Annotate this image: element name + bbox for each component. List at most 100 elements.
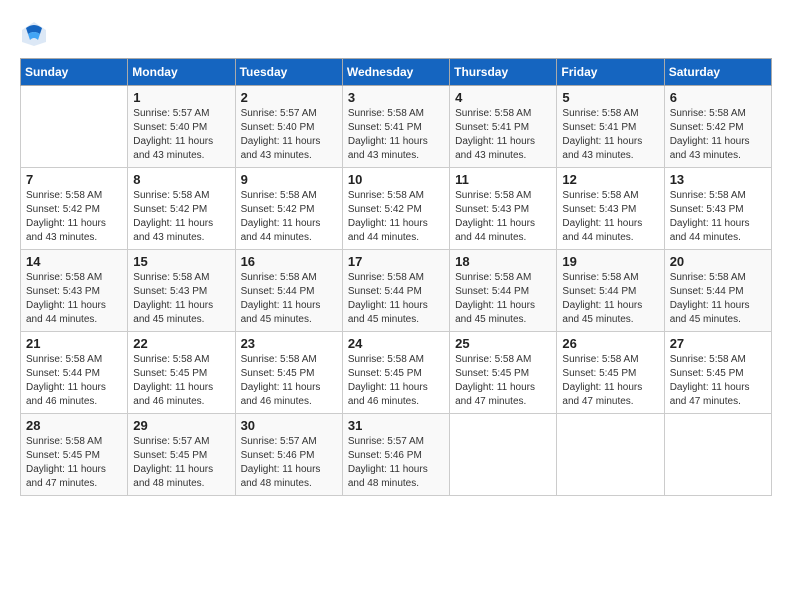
day-info: Sunrise: 5:58 AM Sunset: 5:45 PM Dayligh… xyxy=(455,353,551,409)
calendar-cell: 12 Sunrise: 5:58 AM Sunset: 5:43 PM Dayli… xyxy=(557,168,664,250)
calendar-cell: 25 Sunrise: 5:58 AM Sunset: 5:45 PM Dayli… xyxy=(450,332,557,414)
calendar-cell: 19 Sunrise: 5:58 AM Sunset: 5:44 PM Dayli… xyxy=(557,250,664,332)
day-number: 26 xyxy=(562,336,658,351)
day-info: Sunrise: 5:58 AM Sunset: 5:44 PM Dayligh… xyxy=(562,271,658,327)
logo-icon xyxy=(20,20,48,48)
weekday-header-wednesday: Wednesday xyxy=(342,59,449,86)
calendar-week-row: 1Sunrise: 5:57 AM Sunset: 5:40 PM Daylig… xyxy=(21,86,772,168)
day-info: Sunrise: 5:57 AM Sunset: 5:45 PM Dayligh… xyxy=(133,435,229,491)
day-number: 28 xyxy=(26,418,122,433)
day-info: Sunrise: 5:58 AM Sunset: 5:45 PM Dayligh… xyxy=(26,435,122,491)
day-number: 10 xyxy=(348,172,444,187)
day-info: Sunrise: 5:58 AM Sunset: 5:44 PM Dayligh… xyxy=(348,271,444,327)
calendar-cell xyxy=(557,414,664,496)
day-number: 2 xyxy=(241,90,337,105)
day-number: 14 xyxy=(26,254,122,269)
day-number: 24 xyxy=(348,336,444,351)
day-number: 16 xyxy=(241,254,337,269)
weekday-header-friday: Friday xyxy=(557,59,664,86)
day-number: 19 xyxy=(562,254,658,269)
calendar-cell: 28 Sunrise: 5:58 AM Sunset: 5:45 PM Dayli… xyxy=(21,414,128,496)
day-info: Sunrise: 5:58 AM Sunset: 5:43 PM Dayligh… xyxy=(670,189,766,245)
weekday-header-saturday: Saturday xyxy=(664,59,771,86)
calendar-cell xyxy=(664,414,771,496)
calendar-cell: 9 Sunrise: 5:58 AM Sunset: 5:42 PM Daylig… xyxy=(235,168,342,250)
day-info: Sunrise: 5:57 AM Sunset: 5:46 PM Dayligh… xyxy=(241,435,337,491)
day-info: Sunrise: 5:57 AM Sunset: 5:40 PM Dayligh… xyxy=(241,107,337,163)
day-info: Sunrise: 5:58 AM Sunset: 5:45 PM Dayligh… xyxy=(562,353,658,409)
weekday-header-sunday: Sunday xyxy=(21,59,128,86)
calendar-cell: 23Sunrise: 5:58 AM Sunset: 5:45 PM Dayli… xyxy=(235,332,342,414)
calendar-cell: 30 Sunrise: 5:57 AM Sunset: 5:46 PM Dayli… xyxy=(235,414,342,496)
calendar-cell: 31 Sunrise: 5:57 AM Sunset: 5:46 PM Dayli… xyxy=(342,414,449,496)
calendar-cell: 21 Sunrise: 5:58 AM Sunset: 5:44 PM Dayli… xyxy=(21,332,128,414)
day-info: Sunrise: 5:58 AM Sunset: 5:45 PM Dayligh… xyxy=(348,353,444,409)
calendar-cell: 10 Sunrise: 5:58 AM Sunset: 5:42 PM Dayli… xyxy=(342,168,449,250)
day-info: Sunrise: 5:58 AM Sunset: 5:43 PM Dayligh… xyxy=(133,271,229,327)
calendar-week-row: 28 Sunrise: 5:58 AM Sunset: 5:45 PM Dayli… xyxy=(21,414,772,496)
logo xyxy=(20,20,50,48)
calendar-cell: 18 Sunrise: 5:58 AM Sunset: 5:44 PM Dayli… xyxy=(450,250,557,332)
calendar-cell: 1Sunrise: 5:57 AM Sunset: 5:40 PM Daylig… xyxy=(128,86,235,168)
day-info: Sunrise: 5:58 AM Sunset: 5:43 PM Dayligh… xyxy=(562,189,658,245)
day-info: Sunrise: 5:57 AM Sunset: 5:40 PM Dayligh… xyxy=(133,107,229,163)
weekday-header-row: SundayMondayTuesdayWednesdayThursdayFrid… xyxy=(21,59,772,86)
calendar-cell: 14 Sunrise: 5:58 AM Sunset: 5:43 PM Dayli… xyxy=(21,250,128,332)
day-info: Sunrise: 5:58 AM Sunset: 5:42 PM Dayligh… xyxy=(348,189,444,245)
day-number: 11 xyxy=(455,172,551,187)
calendar-cell: 7 Sunrise: 5:58 AM Sunset: 5:42 PM Daylig… xyxy=(21,168,128,250)
day-number: 15 xyxy=(133,254,229,269)
day-info: Sunrise: 5:58 AM Sunset: 5:42 PM Dayligh… xyxy=(133,189,229,245)
day-info: Sunrise: 5:58 AM Sunset: 5:42 PM Dayligh… xyxy=(241,189,337,245)
day-number: 9 xyxy=(241,172,337,187)
weekday-header-monday: Monday xyxy=(128,59,235,86)
calendar-cell: 5Sunrise: 5:58 AM Sunset: 5:41 PM Daylig… xyxy=(557,86,664,168)
day-number: 21 xyxy=(26,336,122,351)
day-number: 3 xyxy=(348,90,444,105)
calendar-cell: 2 Sunrise: 5:57 AM Sunset: 5:40 PM Daylig… xyxy=(235,86,342,168)
calendar-cell: 27Sunrise: 5:58 AM Sunset: 5:45 PM Dayli… xyxy=(664,332,771,414)
calendar-cell: 3 Sunrise: 5:58 AM Sunset: 5:41 PM Daylig… xyxy=(342,86,449,168)
day-number: 22 xyxy=(133,336,229,351)
calendar-cell: 8 Sunrise: 5:58 AM Sunset: 5:42 PM Daylig… xyxy=(128,168,235,250)
day-info: Sunrise: 5:58 AM Sunset: 5:41 PM Dayligh… xyxy=(348,107,444,163)
calendar-cell: 11 Sunrise: 5:58 AM Sunset: 5:43 PM Dayli… xyxy=(450,168,557,250)
day-info: Sunrise: 5:58 AM Sunset: 5:44 PM Dayligh… xyxy=(26,353,122,409)
day-number: 8 xyxy=(133,172,229,187)
day-info: Sunrise: 5:57 AM Sunset: 5:46 PM Dayligh… xyxy=(348,435,444,491)
weekday-header-tuesday: Tuesday xyxy=(235,59,342,86)
day-number: 31 xyxy=(348,418,444,433)
page-header xyxy=(20,20,772,48)
day-number: 13 xyxy=(670,172,766,187)
day-number: 4 xyxy=(455,90,551,105)
day-info: Sunrise: 5:58 AM Sunset: 5:45 PM Dayligh… xyxy=(133,353,229,409)
calendar-week-row: 7 Sunrise: 5:58 AM Sunset: 5:42 PM Daylig… xyxy=(21,168,772,250)
calendar-table: SundayMondayTuesdayWednesdayThursdayFrid… xyxy=(20,58,772,496)
day-number: 30 xyxy=(241,418,337,433)
calendar-cell: 4 Sunrise: 5:58 AM Sunset: 5:41 PM Daylig… xyxy=(450,86,557,168)
day-number: 25 xyxy=(455,336,551,351)
day-number: 7 xyxy=(26,172,122,187)
calendar-cell xyxy=(21,86,128,168)
calendar-cell: 17 Sunrise: 5:58 AM Sunset: 5:44 PM Dayli… xyxy=(342,250,449,332)
weekday-header-thursday: Thursday xyxy=(450,59,557,86)
calendar-cell: 22 Sunrise: 5:58 AM Sunset: 5:45 PM Dayli… xyxy=(128,332,235,414)
day-number: 18 xyxy=(455,254,551,269)
day-info: Sunrise: 5:58 AM Sunset: 5:45 PM Dayligh… xyxy=(241,353,337,409)
day-info: Sunrise: 5:58 AM Sunset: 5:42 PM Dayligh… xyxy=(26,189,122,245)
calendar-cell: 16 Sunrise: 5:58 AM Sunset: 5:44 PM Dayli… xyxy=(235,250,342,332)
day-info: Sunrise: 5:58 AM Sunset: 5:44 PM Dayligh… xyxy=(455,271,551,327)
day-info: Sunrise: 5:58 AM Sunset: 5:43 PM Dayligh… xyxy=(26,271,122,327)
day-number: 12 xyxy=(562,172,658,187)
day-info: Sunrise: 5:58 AM Sunset: 5:44 PM Dayligh… xyxy=(241,271,337,327)
day-info: Sunrise: 5:58 AM Sunset: 5:41 PM Dayligh… xyxy=(455,107,551,163)
day-info: Sunrise: 5:58 AM Sunset: 5:43 PM Dayligh… xyxy=(455,189,551,245)
calendar-cell: 15 Sunrise: 5:58 AM Sunset: 5:43 PM Dayli… xyxy=(128,250,235,332)
day-info: Sunrise: 5:58 AM Sunset: 5:44 PM Dayligh… xyxy=(670,271,766,327)
day-info: Sunrise: 5:58 AM Sunset: 5:41 PM Dayligh… xyxy=(562,107,658,163)
day-number: 17 xyxy=(348,254,444,269)
calendar-cell: 24 Sunrise: 5:58 AM Sunset: 5:45 PM Dayli… xyxy=(342,332,449,414)
calendar-cell: 29Sunrise: 5:57 AM Sunset: 5:45 PM Dayli… xyxy=(128,414,235,496)
calendar-cell: 6Sunrise: 5:58 AM Sunset: 5:42 PM Daylig… xyxy=(664,86,771,168)
day-info: Sunrise: 5:58 AM Sunset: 5:42 PM Dayligh… xyxy=(670,107,766,163)
